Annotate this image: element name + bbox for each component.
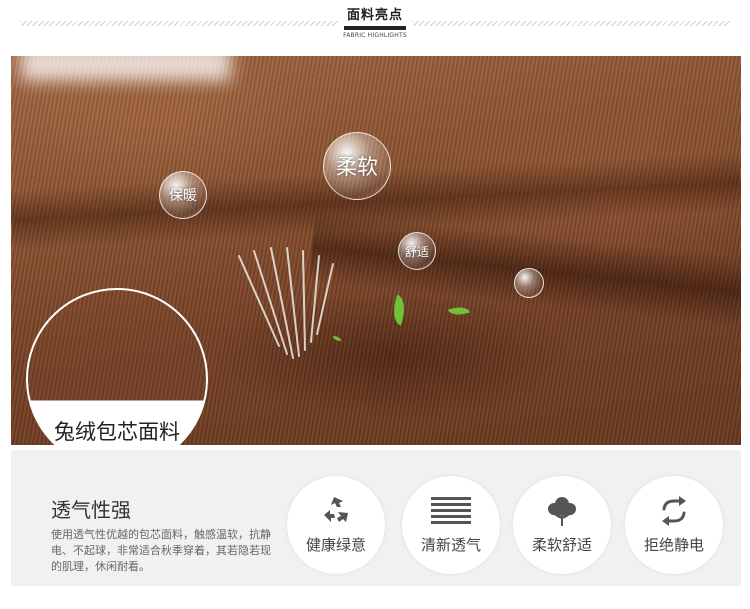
feature-healthy-green: 健康绿意 (287, 476, 385, 574)
refresh-icon (662, 496, 686, 526)
bubble-warm: 保暖 (159, 171, 207, 219)
bubble-warm-label: 保暖 (169, 188, 197, 204)
feature-soft-comfortable-label: 柔软舒适 (531, 536, 592, 554)
feature-anti-static-label: 拒绝静电 (643, 536, 704, 554)
feature-soft-comfortable: 柔软舒适 (513, 476, 611, 574)
bubble-soft-label: 柔软 (336, 155, 378, 179)
feature-panel: 透气性强 使用透气性优越的包芯面料，触感温软，抗静电、不起球，非常适合秋季穿着，… (11, 450, 741, 586)
header-title: 面料亮点 (346, 8, 403, 23)
light-glare (21, 56, 231, 81)
bubble-comfy-label: 舒适 (404, 244, 429, 259)
header-title-block: 面料亮点 FABRIC HIGHLIGHTS (338, 4, 412, 39)
fabric-badge-label: 兔绒包芯面料 (54, 420, 180, 444)
breathable-airflow-icon (238, 247, 334, 359)
feature-anti-static: 拒绝静电 (625, 476, 723, 574)
feature-healthy-green-label: 健康绿意 (305, 536, 366, 554)
feature-title: 透气性强 (51, 498, 131, 522)
bubble-comfy: 舒适 (398, 232, 436, 270)
header-underline (344, 26, 406, 30)
header-divider-right (412, 21, 730, 26)
bubble-decor (514, 268, 544, 298)
header-subtitle: FABRIC HIGHLIGHTS (343, 32, 407, 39)
cloud-leaf-icon (548, 497, 576, 526)
section-header: 面料亮点 FABRIC HIGHLIGHTS (0, 0, 750, 44)
lines-icon (431, 497, 471, 524)
feature-description: 使用透气性优越的包芯面料，触感温软，抗静电、不起球，非常适合秋季穿着，其若隐若现… (51, 528, 271, 573)
bubble-soft: 柔软 (323, 132, 391, 200)
feature-fresh-breathable: 清新透气 (402, 476, 500, 574)
recycle-icon (324, 497, 348, 522)
header-divider-left (20, 21, 338, 26)
feature-fresh-breathable-label: 清新透气 (420, 536, 481, 554)
fabric-photo: 柔软 保暖 舒适 兔绒包芯面料 (11, 56, 741, 445)
